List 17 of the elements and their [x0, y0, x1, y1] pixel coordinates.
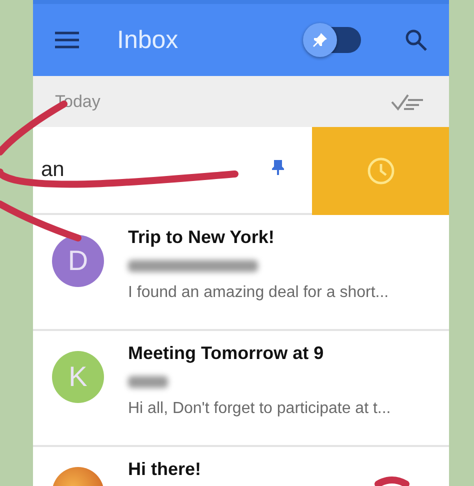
clock-icon	[366, 157, 394, 185]
blurred-sender	[128, 376, 168, 388]
avatar-circle: K	[52, 351, 104, 403]
done-all-icon[interactable]	[391, 92, 425, 110]
email-subject: an	[41, 158, 64, 182]
email-subject: Trip to New York!	[128, 227, 276, 248]
search-icon[interactable]	[405, 29, 427, 51]
email-preview: Hi all, Don't forget to participate at t...	[128, 400, 391, 418]
email-subject: Meeting Tomorrow at 9	[128, 343, 325, 364]
pin-icon	[312, 32, 328, 48]
menu-icon[interactable]	[55, 31, 79, 49]
email-preview: I found an amazing deal for a short...	[128, 284, 389, 302]
inbox-title: Inbox	[117, 26, 180, 54]
email-subject: Hi there!	[128, 459, 202, 480]
annotation-stroke	[374, 476, 410, 486]
avatar-circle: D	[52, 235, 104, 287]
pin-icon[interactable]	[272, 160, 284, 176]
